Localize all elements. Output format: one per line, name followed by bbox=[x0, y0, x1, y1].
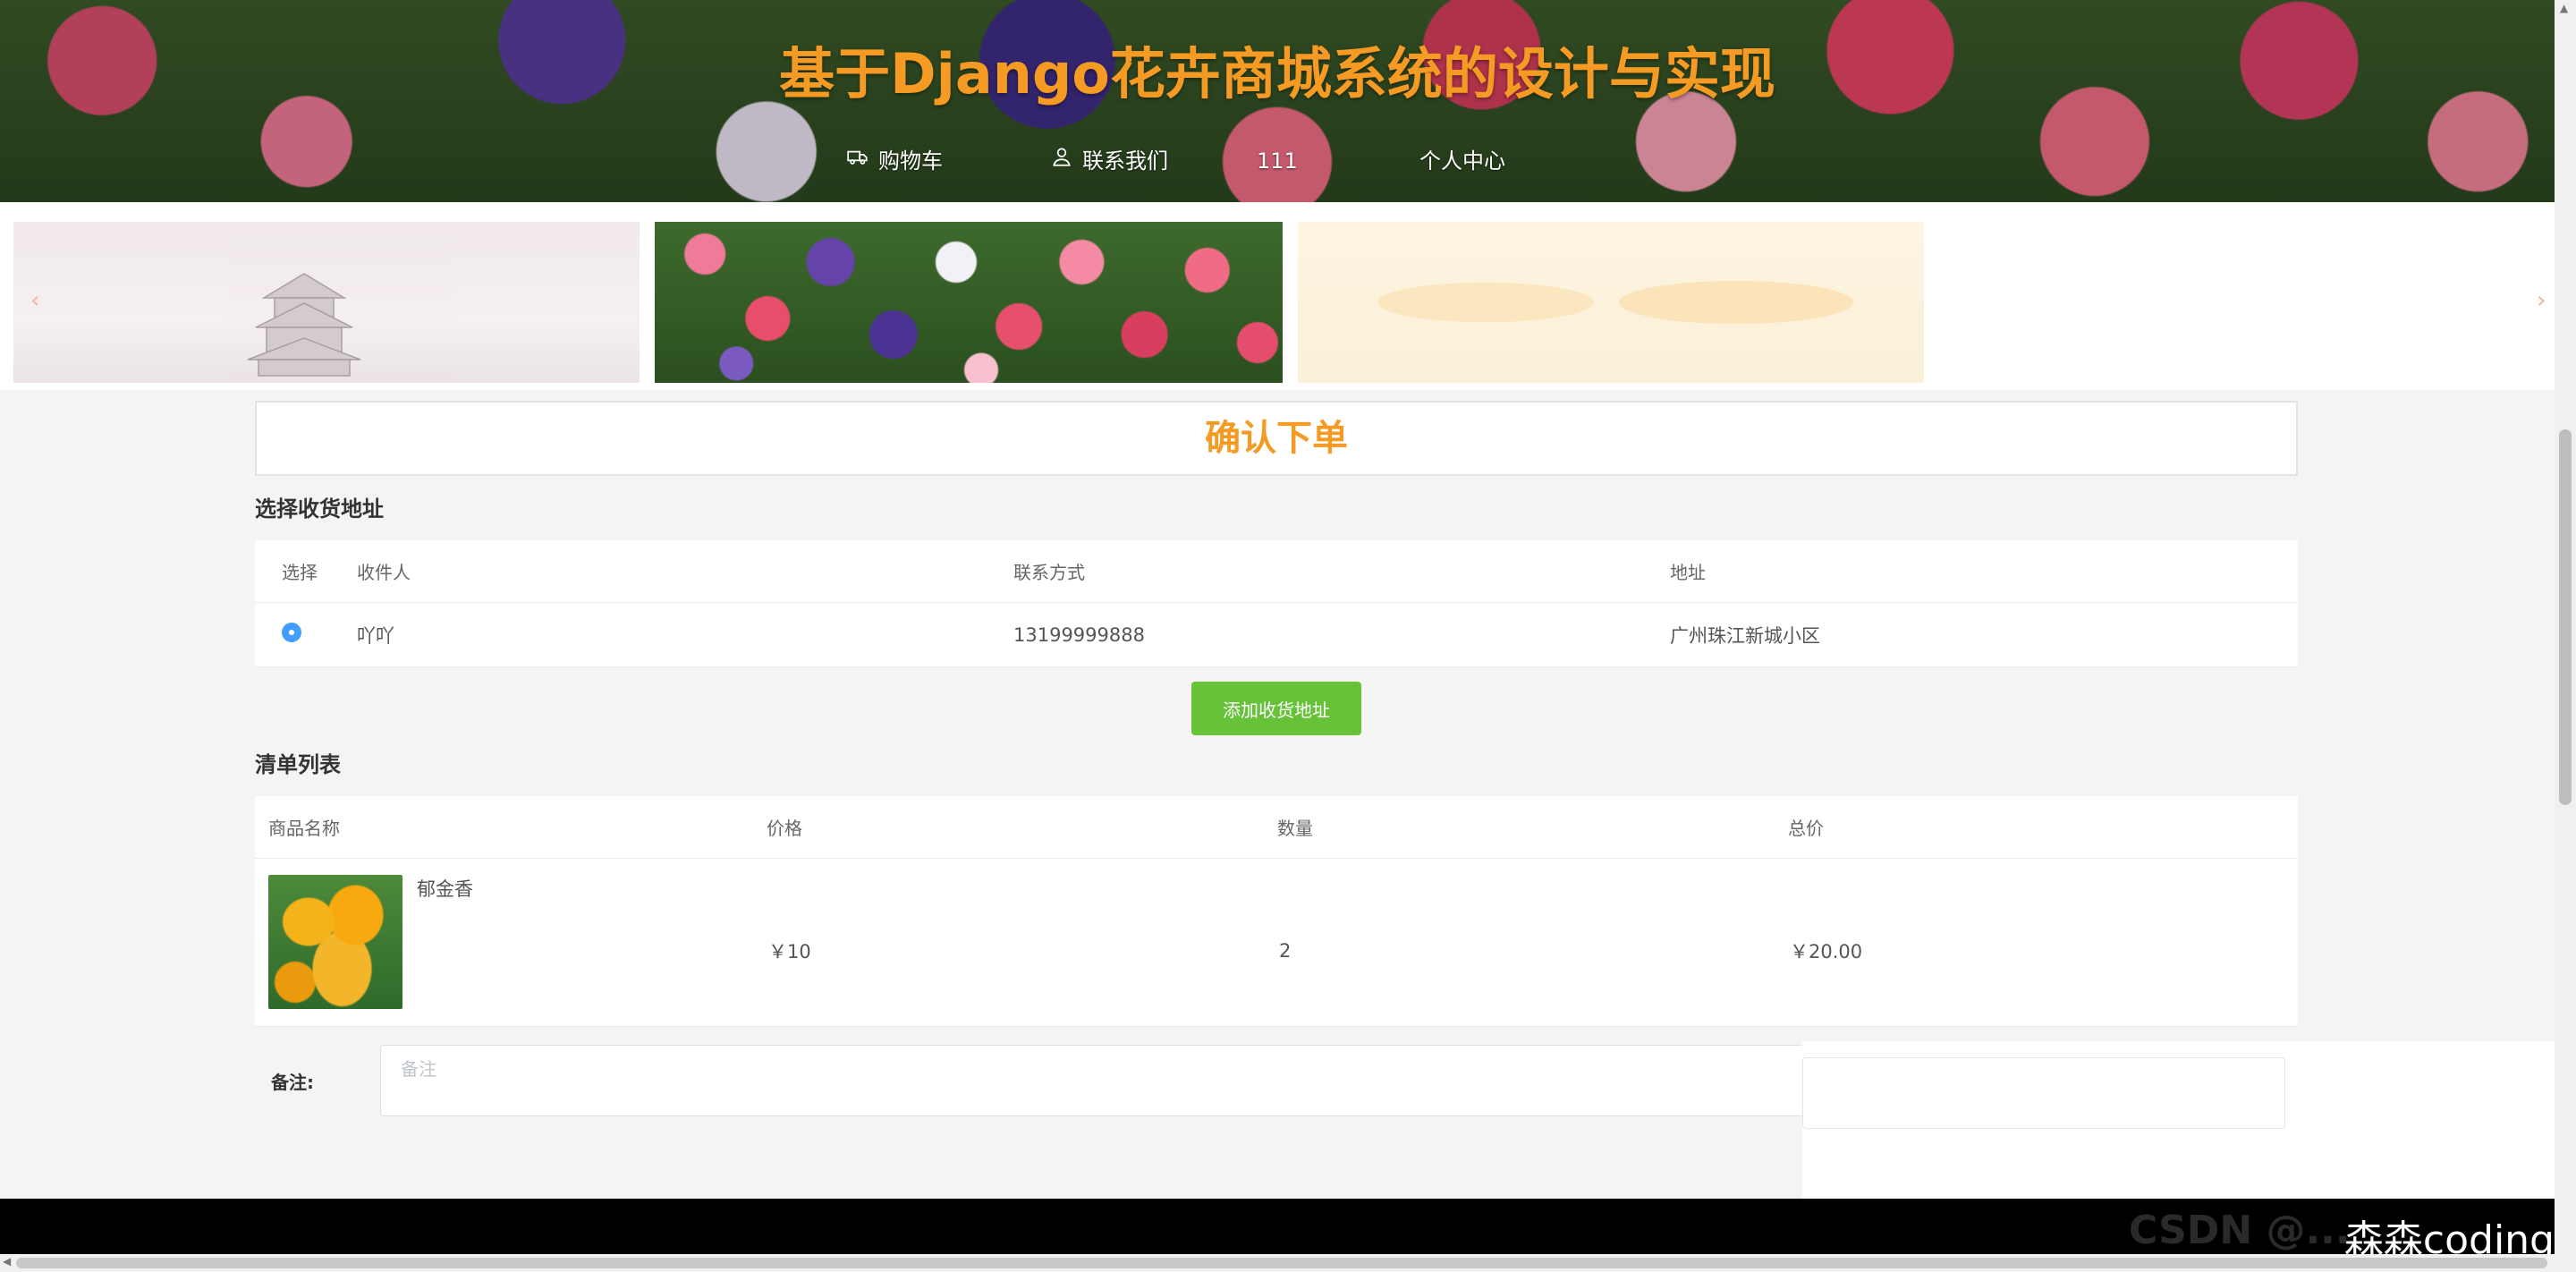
col-header-recipient: 收件人 bbox=[357, 562, 411, 583]
overlay-panel bbox=[1802, 1041, 2555, 1199]
total-cell: ￥20.00 bbox=[1790, 940, 1863, 962]
goods-table: 商品名称 价格 数量 总价 郁金香 ￥10 2 ￥20.00 bbox=[255, 796, 2298, 1027]
site-header: 基于Django花卉商城系统的设计与实现 购物车 联系我们 111 个人中心 bbox=[0, 0, 2555, 202]
scroll-up-icon[interactable]: ▲ bbox=[2560, 2, 2568, 14]
col-header-total: 总价 bbox=[1788, 818, 1824, 839]
goods-section-title: 清单列表 bbox=[255, 752, 341, 777]
carousel-slide-castle[interactable] bbox=[13, 222, 640, 383]
nav-item-user[interactable]: 111 bbox=[1257, 143, 1298, 179]
carousel-slide-petunias[interactable] bbox=[655, 222, 1283, 383]
product-name: 郁金香 bbox=[417, 878, 473, 900]
carousel-slide-lilies[interactable] bbox=[1298, 222, 1924, 383]
site-title: 基于Django花卉商城系统的设计与实现 bbox=[779, 41, 1775, 106]
phone-cell: 13199999888 bbox=[1013, 623, 1145, 646]
price-cell: ￥10 bbox=[768, 940, 811, 962]
recipient-cell: 吖吖 bbox=[357, 624, 394, 647]
address-cell: 广州珠江新城小区 bbox=[1670, 624, 1820, 647]
col-header-name: 商品名称 bbox=[268, 818, 340, 839]
user-icon bbox=[1050, 143, 1073, 179]
top-nav: 购物车 联系我们 111 个人中心 bbox=[0, 143, 2555, 179]
overlay-input-frame bbox=[1802, 1057, 2285, 1129]
castle-image bbox=[247, 273, 361, 377]
remark-label: 备注: bbox=[271, 1071, 314, 1093]
order-confirm-section: 确认下单 选择收货地址 选择 收件人 联系方式 地址 吖吖 1319999988… bbox=[255, 401, 2298, 1116]
quantity-cell: 2 bbox=[1279, 939, 1292, 962]
horizontal-scrollbar[interactable]: ◀ bbox=[0, 1254, 2576, 1272]
truck-icon bbox=[846, 143, 869, 179]
col-header-price: 价格 bbox=[767, 818, 802, 839]
product-image[interactable] bbox=[268, 875, 402, 1009]
table-row[interactable]: 吖吖 13199999888 广州珠江新城小区 bbox=[255, 603, 2298, 667]
nav-item-cart[interactable]: 购物车 bbox=[846, 143, 943, 179]
carousel-prev-arrow[interactable]: ‹ bbox=[30, 287, 39, 314]
col-header-address: 地址 bbox=[1670, 562, 1706, 583]
address-section-title: 选择收货地址 bbox=[255, 496, 384, 522]
nav-item-label: 购物车 bbox=[878, 148, 943, 174]
nav-item-contact[interactable]: 联系我们 bbox=[1050, 143, 1168, 179]
address-table: 选择 收件人 联系方式 地址 吖吖 13199999888 广州珠江新城小区 bbox=[255, 540, 2298, 667]
nav-item-label: 个人中心 bbox=[1419, 148, 1505, 174]
page-title: 确认下单 bbox=[1205, 418, 1348, 459]
table-header: 选择 收件人 联系方式 地址 bbox=[255, 540, 2298, 603]
nav-item-label: 111 bbox=[1257, 148, 1298, 174]
vertical-scrollbar[interactable]: ▲ bbox=[2555, 0, 2576, 1254]
col-header-phone: 联系方式 bbox=[1013, 562, 1085, 583]
banner-carousel: ‹ › bbox=[0, 202, 2555, 390]
nav-item-profile[interactable]: 个人中心 bbox=[1419, 143, 1505, 179]
footer-faint-text: CSDN @... bbox=[2129, 1208, 2351, 1253]
col-header-quantity: 数量 bbox=[1277, 818, 1313, 839]
table-header: 商品名称 价格 数量 总价 bbox=[255, 796, 2298, 859]
scroll-left-icon[interactable]: ◀ bbox=[3, 1255, 11, 1268]
confirm-header-box: 确认下单 bbox=[255, 401, 2298, 476]
col-header-select: 选择 bbox=[282, 562, 318, 583]
carousel-next-arrow[interactable]: › bbox=[2537, 287, 2546, 314]
scrollbar-thumb[interactable] bbox=[2559, 429, 2572, 805]
table-row: 郁金香 ￥10 2 ￥20.00 bbox=[255, 859, 2298, 1027]
nav-item-label: 联系我们 bbox=[1082, 148, 1168, 174]
address-radio[interactable] bbox=[282, 623, 301, 642]
add-address-button[interactable]: 添加收货地址 bbox=[1191, 682, 1361, 735]
scrollbar-thumb[interactable] bbox=[16, 1258, 2547, 1268]
